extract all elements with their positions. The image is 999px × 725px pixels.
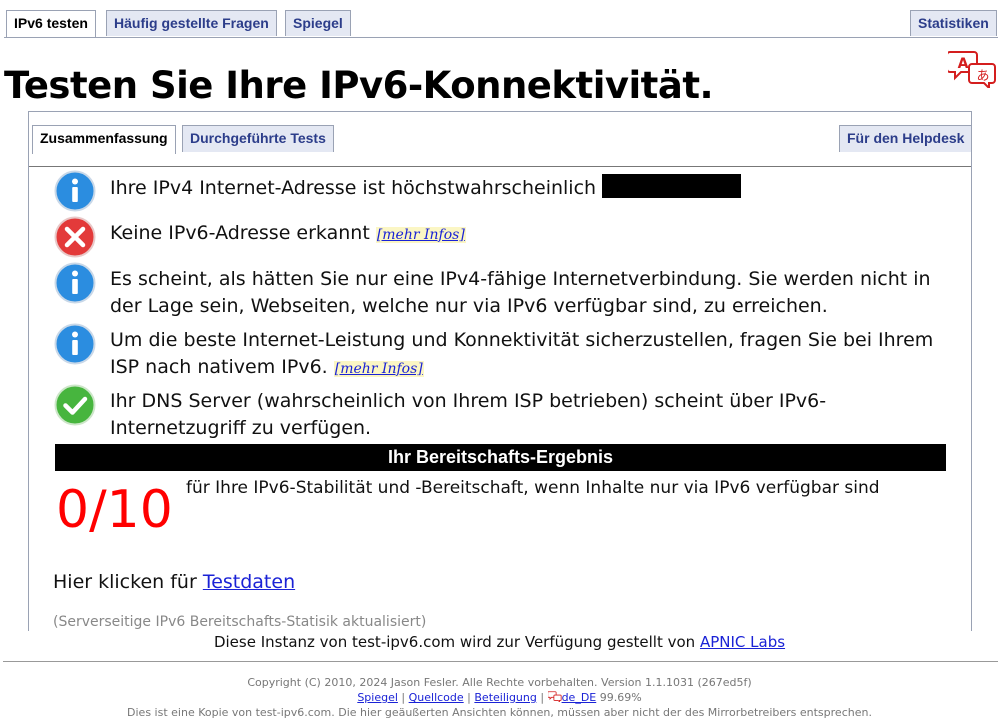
summary-panel: Zusammenfassung Durchgeführte Tests Für … bbox=[28, 111, 973, 631]
readiness-heading: Ihr Bereitschafts-Ergebnis bbox=[55, 444, 946, 471]
instance-text: Diese Instanz von test-ipv6.com wird zur… bbox=[213, 633, 696, 651]
result-text: Keine IPv6-Adresse erkannt bbox=[110, 222, 370, 244]
info-icon bbox=[54, 170, 96, 212]
ok-icon bbox=[54, 384, 96, 426]
top-nav: IPv6 testen Häufig gestellte Fragen Spie… bbox=[4, 0, 998, 38]
footer-locale-link[interactable]: de_DE bbox=[562, 691, 597, 704]
tab-ipv6-testen[interactable]: IPv6 testen bbox=[6, 10, 96, 37]
tab-statistiken[interactable]: Statistiken bbox=[910, 10, 997, 36]
more-info-link[interactable]: [mehr Infos] bbox=[333, 361, 424, 377]
tab-helpdesk[interactable]: Für den Helpdesk bbox=[839, 125, 973, 152]
result-text: Ihr DNS Server (wahrscheinlich von Ihrem… bbox=[110, 390, 827, 439]
page-title: Testen Sie Ihre IPv6-Konnektivität. bbox=[4, 64, 714, 107]
result-text: Es scheint, als hätten Sie nur eine IPv4… bbox=[110, 268, 931, 317]
info-icon bbox=[54, 262, 96, 304]
svg-text:A: A bbox=[958, 56, 969, 72]
stats-note: (Serverseitige IPv6 Bereitschafts-Statis… bbox=[53, 614, 427, 630]
testdata-prefix: Hier klicken für bbox=[53, 571, 197, 593]
readiness-score: 0/10 bbox=[56, 480, 173, 540]
footer-copyright: Copyright (C) 2010, 2024 Jason Fesler. A… bbox=[247, 676, 752, 689]
footer-locale-pct: 99.69% bbox=[599, 691, 642, 704]
footer-link-beteiligung[interactable]: Beteiligung bbox=[474, 691, 536, 704]
instance-line: Diese Instanz von test-ipv6.com wird zur… bbox=[0, 633, 999, 651]
info-icon bbox=[54, 323, 96, 365]
footer-link-spiegel[interactable]: Spiegel bbox=[357, 691, 398, 704]
translate-icon[interactable]: A あ bbox=[948, 50, 998, 88]
testdata-line: Hier klicken für Testdaten bbox=[53, 571, 295, 593]
panel-tabs: Zusammenfassung Durchgeführte Tests Für … bbox=[29, 112, 973, 167]
tab-zusammenfassung[interactable]: Zusammenfassung bbox=[32, 125, 176, 154]
translate-small-icon bbox=[546, 691, 562, 703]
readiness-description: für Ihre IPv6-Stabilität und -Bereitscha… bbox=[186, 478, 880, 498]
testdata-link[interactable]: Testdaten bbox=[203, 571, 295, 593]
tab-durchgefuehrte-tests[interactable]: Durchgeführte Tests bbox=[182, 125, 334, 152]
redacted-ip bbox=[602, 174, 742, 198]
tab-spiegel[interactable]: Spiegel bbox=[285, 10, 351, 36]
result-text: Um die beste Internet-Leistung und Konne… bbox=[110, 329, 934, 378]
more-info-link[interactable]: [mehr Infos] bbox=[375, 227, 466, 243]
footer-disclaimer: Dies ist eine Kopie von test-ipv6.com. D… bbox=[127, 706, 872, 719]
apnic-link[interactable]: APNIC Labs bbox=[700, 633, 785, 651]
footer-divider bbox=[3, 661, 998, 662]
footer-link-quellcode[interactable]: Quellcode bbox=[409, 691, 464, 704]
error-icon bbox=[54, 216, 96, 258]
footer-links: Spiegel | Quellcode | Beteiligung | de_D… bbox=[357, 691, 642, 704]
result-text: Ihre IPv4 Internet-Adresse ist höchstwah… bbox=[110, 177, 597, 199]
tab-faq[interactable]: Häufig gestellte Fragen bbox=[106, 10, 277, 36]
svg-text:あ: あ bbox=[976, 69, 989, 84]
